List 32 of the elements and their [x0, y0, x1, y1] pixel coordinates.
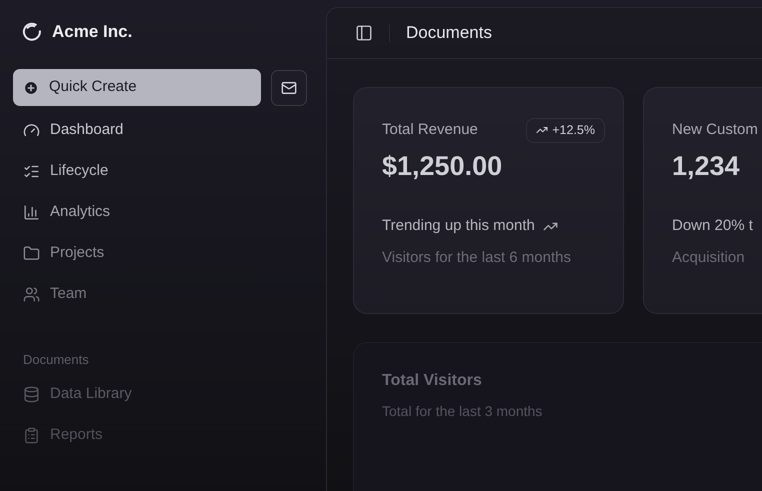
card-subtitle: Total for the last 3 months — [382, 402, 544, 422]
nav-item[interactable]: Projects — [13, 233, 313, 274]
nav-item[interactable]: Lifecycle — [13, 151, 313, 192]
card-note: Acquisition — [672, 248, 746, 268]
trend-text: Trending up this month — [382, 216, 535, 236]
brand-name: Acme Inc. — [52, 21, 132, 44]
logo-icon — [22, 22, 42, 42]
sidebar-toggle-icon[interactable] — [355, 24, 373, 42]
folder-icon — [23, 245, 40, 262]
section-title: Documents — [23, 352, 89, 367]
change-badge: +12.5% — [526, 118, 605, 143]
card-title: Total Revenue — [382, 120, 478, 140]
users-icon — [23, 286, 40, 303]
plus-circle-icon — [23, 80, 39, 96]
page-title: Documents — [406, 22, 492, 44]
card-value: 1,234 — [672, 150, 741, 184]
quick-create-button[interactable]: Quick Create — [13, 69, 261, 106]
card-title: New Custom — [672, 120, 758, 140]
clipboard-icon — [23, 427, 40, 444]
nav-item[interactable]: Analytics — [13, 192, 313, 233]
nav-item[interactable]: Dashboard — [13, 110, 313, 151]
nav-item[interactable]: Team — [13, 274, 313, 315]
card-note: Visitors for the last 6 months — [382, 248, 572, 268]
trend-text: Down 20% t — [672, 216, 753, 236]
card-value: $1,250.00 — [382, 150, 504, 184]
card-title: Total Visitors — [382, 371, 483, 392]
bar-chart-icon — [23, 204, 40, 221]
list-icon — [23, 163, 40, 180]
mail-icon — [281, 80, 297, 96]
database-icon — [23, 386, 40, 403]
gauge-icon — [23, 122, 40, 139]
mail-button[interactable] — [271, 70, 307, 106]
